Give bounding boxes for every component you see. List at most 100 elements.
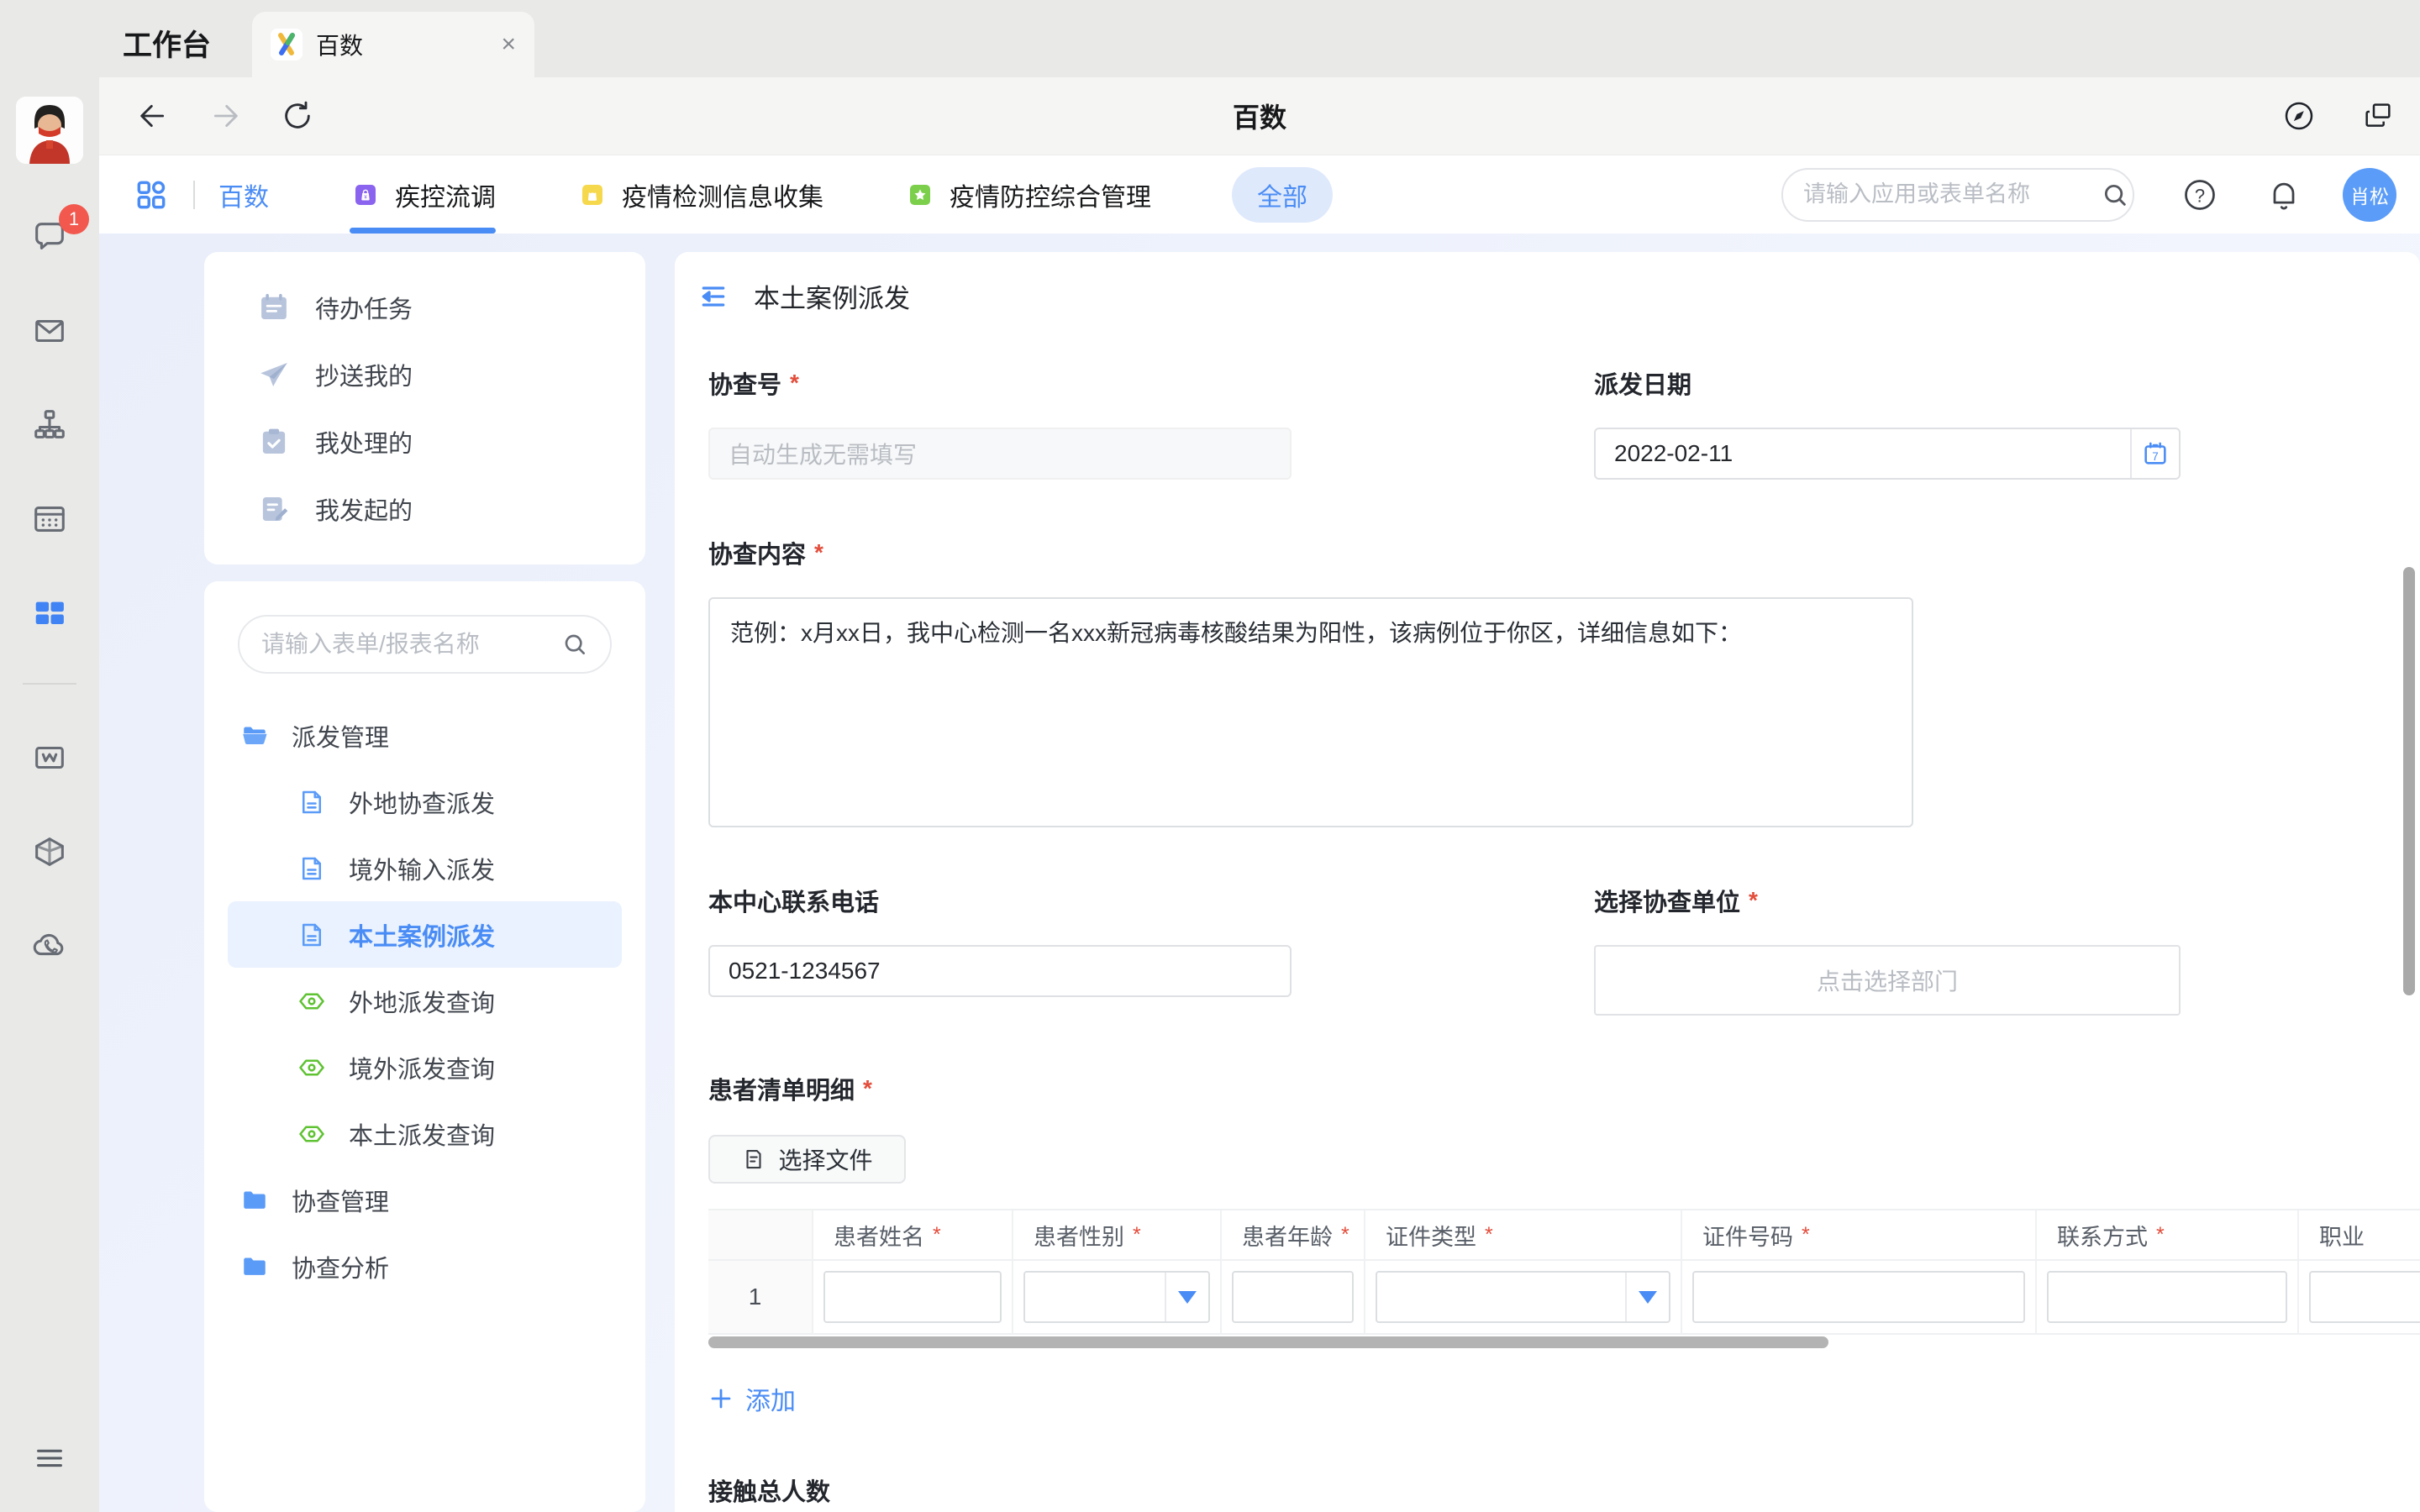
- field-label-assist-unit: 选择协查单位*: [1594, 883, 2181, 918]
- user-chip[interactable]: 肖松: [2343, 168, 2396, 222]
- assist-unit-picker[interactable]: 点击选择部门: [1594, 945, 2181, 1016]
- quick-item-1[interactable]: 待办任务: [204, 274, 645, 341]
- quick-item-3[interactable]: 我处理的: [204, 408, 645, 475]
- app-tab-2[interactable]: 疫情检测信息收集: [576, 155, 823, 234]
- doc-icon: [297, 787, 327, 817]
- tree-item-2[interactable]: 外地协查派发: [228, 769, 622, 835]
- cell-input-6[interactable]: [2047, 1271, 2287, 1323]
- bell-icon[interactable]: [2265, 176, 2302, 213]
- tree-item-5[interactable]: 外地派发查询: [228, 968, 622, 1034]
- hamburger-icon[interactable]: [29, 1436, 71, 1478]
- toolbar-page-title: 百数: [99, 97, 2420, 135]
- collapse-outdent-icon[interactable]: [697, 280, 730, 313]
- quick-task-card: 待办任务抄送我的我处理的我发起的: [204, 252, 645, 564]
- tree-item-6[interactable]: 境外派发查询: [228, 1034, 622, 1100]
- cell-select-2[interactable]: [1023, 1271, 1210, 1323]
- app-tab-3[interactable]: 疫情防控综合管理: [904, 155, 1151, 234]
- compass-icon[interactable]: [2281, 97, 2317, 134]
- all-apps-pill[interactable]: 全部: [1232, 167, 1333, 223]
- help-icon[interactable]: ?: [2181, 176, 2218, 213]
- choose-file-button[interactable]: 选择文件: [708, 1135, 906, 1184]
- app-search-box[interactable]: [1781, 168, 2134, 222]
- tree-item-4[interactable]: 本土案例派发: [228, 901, 622, 968]
- form-body: 协查号* 自动生成无需填写 派发日期 2022-02-11 7: [708, 365, 2420, 1512]
- browser-tab-label: 百数: [316, 28, 501, 61]
- col-header-5: 证件号码*: [1682, 1210, 2037, 1261]
- user-avatar[interactable]: [16, 97, 83, 164]
- shopping-bag-icon: [576, 179, 608, 211]
- cloud-phone-icon[interactable]: [29, 925, 71, 967]
- left-panel: 待办任务抄送我的我处理的我发起的 派发管理外地协查派发境外输入派发本土案例派发外…: [204, 252, 645, 1512]
- apps-grid-icon[interactable]: [133, 176, 170, 213]
- row-number: 1: [708, 1261, 813, 1335]
- cell-select-4[interactable]: [1376, 1271, 1670, 1323]
- workbench-grid-icon[interactable]: [29, 592, 71, 634]
- tab-close-icon[interactable]: ×: [501, 32, 516, 57]
- query-icon: [297, 1053, 327, 1083]
- assist-content-textarea[interactable]: 范例：x月xx日，我中心检测一名xxx新冠病毒核酸结果为阳性，该病例位于你区，详…: [708, 597, 1913, 827]
- app-tab-1[interactable]: ¥疾控流调: [350, 155, 496, 234]
- col-header-6: 联系方式*: [2037, 1210, 2299, 1261]
- unread-badge: 1: [59, 204, 89, 234]
- w-doc-icon[interactable]: [29, 737, 71, 779]
- cell-input-3[interactable]: [1232, 1271, 1354, 1323]
- app-search-input[interactable]: [1803, 181, 2101, 207]
- cell-input-7[interactable]: [2309, 1271, 2420, 1323]
- field-label-patient-list: 患者清单明细*: [708, 1071, 2420, 1106]
- back-icon[interactable]: [134, 97, 171, 134]
- table-header-row: 患者姓名*患者性别*患者年龄*证件类型*证件号码*联系方式*职业: [708, 1210, 2420, 1261]
- query-icon: [297, 1119, 327, 1149]
- cell-input-1[interactable]: [823, 1271, 1002, 1323]
- dropdown-caret-icon[interactable]: [1165, 1273, 1208, 1321]
- dropdown-caret-icon[interactable]: [1625, 1273, 1669, 1321]
- col-header-3: 患者年龄*: [1222, 1210, 1365, 1261]
- org-icon[interactable]: [29, 404, 71, 446]
- search-icon: [561, 631, 588, 658]
- page-vertical-scrollbar[interactable]: [2403, 567, 2415, 995]
- app-rail: 1: [0, 0, 99, 1512]
- app-nav-right: ? 肖松: [1781, 168, 2396, 222]
- folder-open-icon: [239, 721, 270, 751]
- svg-text:7: 7: [2152, 450, 2158, 463]
- nav-home-baishu[interactable]: 百数: [218, 176, 269, 213]
- tree-item-9[interactable]: 协查分析: [228, 1233, 622, 1299]
- col-header-7: 职业: [2299, 1210, 2420, 1261]
- tree-item-7[interactable]: 本土派发查询: [228, 1100, 622, 1167]
- date-picker-icon[interactable]: 7: [2130, 429, 2179, 478]
- cube-icon[interactable]: [29, 831, 71, 873]
- quick-item-2[interactable]: 抄送我的: [204, 341, 645, 408]
- open-window-icon[interactable]: [2360, 97, 2396, 134]
- rail-icon-list: 1: [23, 164, 76, 967]
- reload-icon[interactable]: [279, 97, 316, 134]
- tree-item-3[interactable]: 境外输入派发: [228, 835, 622, 901]
- tab-strip: 工作台 百数 ×: [99, 0, 2420, 77]
- star-icon: [904, 179, 936, 211]
- form-tree-card: 派发管理外地协查派发境外输入派发本土案例派发外地派发查询境外派发查询本土派发查询…: [204, 581, 645, 1512]
- mail-icon[interactable]: [29, 310, 71, 352]
- right-column: 工作台 百数 × 百数: [99, 0, 2420, 1512]
- cell-input-5[interactable]: [1692, 1271, 2025, 1323]
- panel-search-input[interactable]: [261, 631, 561, 658]
- h-scroll-thumb[interactable]: [708, 1336, 1828, 1348]
- col-header-1: 患者姓名*: [813, 1210, 1013, 1261]
- assist-no-input[interactable]: 自动生成无需填写: [708, 428, 1292, 480]
- quick-item-4[interactable]: 我发起的: [204, 475, 645, 543]
- panel-search-box[interactable]: [238, 615, 612, 674]
- form-tree: 派发管理外地协查派发境外输入派发本土案例派发外地派发查询境外派发查询本土派发查询…: [204, 702, 645, 1299]
- tree-item-1[interactable]: 派发管理: [228, 702, 622, 769]
- screen: 1 工作台 百数 × 百数: [0, 0, 2420, 1512]
- center-phone-input[interactable]: 0521-1234567: [708, 945, 1292, 997]
- chat-icon[interactable]: 1: [29, 216, 71, 258]
- calendar-icon[interactable]: [29, 498, 71, 540]
- forward-icon[interactable]: [207, 97, 244, 134]
- dispatch-date-input[interactable]: 2022-02-11 7: [1594, 428, 2181, 480]
- workspace-title: 工作台: [123, 22, 211, 65]
- browser-toolbar: 百数: [99, 77, 2420, 155]
- app-nav: 百数 ¥疾控流调 疫情检测信息收集 疫情防控综合管理 全部 ? 肖松: [99, 155, 2420, 234]
- form-header: 本土案例派发: [697, 277, 2386, 315]
- table-horizontal-scrollbar[interactable]: [708, 1336, 2420, 1348]
- browser-tab[interactable]: 百数 ×: [252, 12, 534, 77]
- tree-item-8[interactable]: 协查管理: [228, 1167, 622, 1233]
- rail-divider: [23, 683, 76, 685]
- add-row-button[interactable]: 添加: [708, 1380, 796, 1417]
